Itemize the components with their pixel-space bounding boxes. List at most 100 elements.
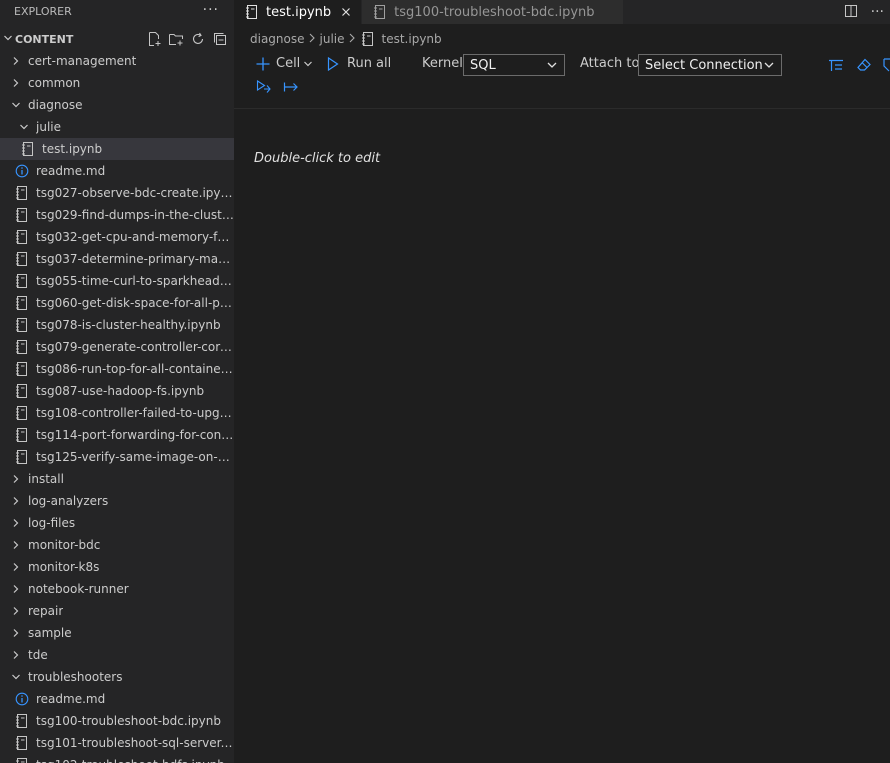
attach-to-label: Attach to bbox=[580, 56, 640, 71]
tree-folder[interactable]: repair bbox=[0, 600, 234, 622]
tree-item-label: tsg037-determine-primary-master-... bbox=[36, 252, 234, 266]
tree-file[interactable]: tsg100-troubleshoot-bdc.ipynb bbox=[0, 710, 234, 732]
add-cell-button[interactable]: Cell bbox=[256, 56, 313, 71]
chevron-right-icon bbox=[10, 647, 22, 663]
chevron-down-icon bbox=[18, 119, 30, 135]
tab-test-ipynb[interactable]: test.ipynb bbox=[234, 0, 363, 24]
section-content[interactable]: CONTENT bbox=[0, 28, 234, 50]
chevron-down-icon bbox=[10, 669, 22, 685]
play-icon bbox=[327, 56, 339, 71]
tree-folder[interactable]: notebook-runner bbox=[0, 578, 234, 600]
tree-file[interactable]: test.ipynb bbox=[0, 138, 234, 160]
tree-file[interactable]: tsg037-determine-primary-master-... bbox=[0, 248, 234, 270]
close-icon[interactable] bbox=[339, 5, 353, 19]
chevron-right-icon bbox=[10, 493, 22, 509]
notebook-icon bbox=[14, 229, 30, 245]
tree-file[interactable]: tsg102-troubleshoot-hdfs.ipynb bbox=[0, 754, 234, 763]
tree-file[interactable]: tsg087-use-hadoop-fs.ipynb bbox=[0, 380, 234, 402]
tab-bar: test.ipynb tsg100-troubleshoot-bdc.ipynb… bbox=[234, 0, 890, 24]
tree-file[interactable]: tsg125-verify-same-image-on-all-p... bbox=[0, 446, 234, 468]
markdown-cell-placeholder[interactable]: Double-click to edit bbox=[254, 151, 380, 166]
chevron-right-icon bbox=[10, 537, 22, 553]
tree-file[interactable]: tsg101-troubleshoot-sql-server.ipynb bbox=[0, 732, 234, 754]
tree-file[interactable]: tsg078-is-cluster-healthy.ipynb bbox=[0, 314, 234, 336]
tree-file[interactable]: tsg079-generate-controller-core-d... bbox=[0, 336, 234, 358]
more-actions-icon[interactable]: ··· bbox=[203, 2, 219, 18]
tree-file[interactable]: tsg086-run-top-for-all-containers.i... bbox=[0, 358, 234, 380]
tree-folder[interactable]: log-files bbox=[0, 512, 234, 534]
tree-folder[interactable]: log-analyzers bbox=[0, 490, 234, 512]
tree-item-label: common bbox=[28, 76, 81, 90]
notebook-icon bbox=[14, 339, 30, 355]
kernel-select[interactable]: SQL bbox=[463, 54, 565, 76]
tree-file[interactable]: readme.md bbox=[0, 160, 234, 182]
chevron-down-icon bbox=[763, 59, 775, 75]
tree-file[interactable]: tsg055-time-curl-to-sparkhead.ipynb bbox=[0, 270, 234, 292]
notebook-icon bbox=[14, 295, 30, 311]
editor-area: test.ipynb tsg100-troubleshoot-bdc.ipynb… bbox=[234, 0, 890, 763]
section-title: CONTENT bbox=[15, 32, 74, 46]
split-editor-icon[interactable] bbox=[843, 3, 859, 22]
tab-label: tsg100-troubleshoot-bdc.ipynb bbox=[394, 4, 595, 20]
tree-item-label: sample bbox=[28, 626, 72, 640]
new-folder-icon[interactable] bbox=[168, 31, 184, 47]
notebook-icon bbox=[14, 185, 30, 201]
chevron-down-icon bbox=[10, 97, 22, 113]
notebook-icon bbox=[372, 4, 388, 20]
refresh-icon[interactable] bbox=[190, 31, 206, 47]
chevron-right-icon bbox=[10, 515, 22, 531]
notebook-icon bbox=[14, 405, 30, 421]
tree-file[interactable]: tsg108-controller-failed-to-upgrad... bbox=[0, 402, 234, 424]
breadcrumb-item[interactable]: test.ipynb bbox=[382, 32, 442, 46]
tree-file[interactable]: tsg027-observe-bdc-create.ipynb bbox=[0, 182, 234, 204]
notebook-icon bbox=[244, 4, 260, 20]
tree-folder[interactable]: cert-management bbox=[0, 50, 234, 72]
chevron-down-icon bbox=[546, 59, 558, 75]
collapse-all-icon[interactable] bbox=[212, 31, 228, 47]
new-file-icon[interactable] bbox=[146, 31, 162, 47]
file-tree: cert-management common diagnose julie test.i… bbox=[0, 50, 234, 763]
tree-item-label: troubleshooters bbox=[28, 670, 123, 684]
tree-file[interactable]: tsg114-port-forwarding-for-control... bbox=[0, 424, 234, 446]
notebook-icon bbox=[14, 757, 30, 763]
attach-to-select[interactable]: Select Connection bbox=[638, 54, 782, 76]
notebook-icon bbox=[14, 251, 30, 267]
collapse-cells-icon[interactable] bbox=[828, 59, 844, 73]
tree-folder[interactable]: diagnose bbox=[0, 94, 234, 116]
tree-item-label: tsg055-time-curl-to-sparkhead.ipynb bbox=[36, 274, 234, 288]
notebook-icon bbox=[14, 207, 30, 223]
trusted-icon[interactable] bbox=[883, 58, 890, 72]
tree-file[interactable]: tsg032-get-cpu-and-memory-for-al... bbox=[0, 226, 234, 248]
tree-folder[interactable]: monitor-bdc bbox=[0, 534, 234, 556]
tree-item-label: tsg032-get-cpu-and-memory-for-al... bbox=[36, 230, 234, 244]
tree-folder[interactable]: sample bbox=[0, 622, 234, 644]
more-actions-icon[interactable]: ··· bbox=[871, 4, 884, 20]
tree-item-label: repair bbox=[28, 604, 64, 618]
tab-tsg100[interactable]: tsg100-troubleshoot-bdc.ipynb bbox=[362, 0, 624, 24]
run-cells-icon[interactable] bbox=[256, 80, 272, 94]
chevron-right-icon bbox=[10, 625, 22, 641]
tree-folder[interactable]: tde bbox=[0, 644, 234, 666]
tree-item-label: tsg079-generate-controller-core-d... bbox=[36, 340, 234, 354]
tree-item-label: tsg108-controller-failed-to-upgrad... bbox=[36, 406, 234, 420]
breadcrumb-item[interactable]: julie bbox=[320, 32, 345, 46]
cell-label: Cell bbox=[276, 56, 301, 71]
tree-item-label: monitor-bdc bbox=[28, 538, 101, 552]
tree-folder[interactable]: julie bbox=[0, 116, 234, 138]
tree-folder[interactable]: troubleshooters bbox=[0, 666, 234, 688]
breadcrumb-item[interactable]: diagnose bbox=[250, 32, 305, 46]
tree-file[interactable]: tsg029-find-dumps-in-the-cluster.i... bbox=[0, 204, 234, 226]
clear-outputs-icon[interactable] bbox=[856, 58, 872, 72]
run-all-button[interactable]: Run all bbox=[327, 56, 391, 71]
tree-folder[interactable]: monitor-k8s bbox=[0, 556, 234, 578]
chevron-right-icon bbox=[10, 559, 22, 575]
notebook-icon bbox=[14, 361, 30, 377]
notebook-icon bbox=[14, 449, 30, 465]
step-in-icon[interactable] bbox=[283, 80, 299, 94]
tree-file[interactable]: readme.md bbox=[0, 688, 234, 710]
explorer-title: EXPLORER bbox=[14, 4, 72, 18]
tree-folder[interactable]: common bbox=[0, 72, 234, 94]
tree-file[interactable]: tsg060-get-disk-space-for-all-pvcs.i... bbox=[0, 292, 234, 314]
explorer-sidebar: EXPLORER ··· CONTENT cert-management comm… bbox=[0, 0, 234, 763]
tree-folder[interactable]: install bbox=[0, 468, 234, 490]
